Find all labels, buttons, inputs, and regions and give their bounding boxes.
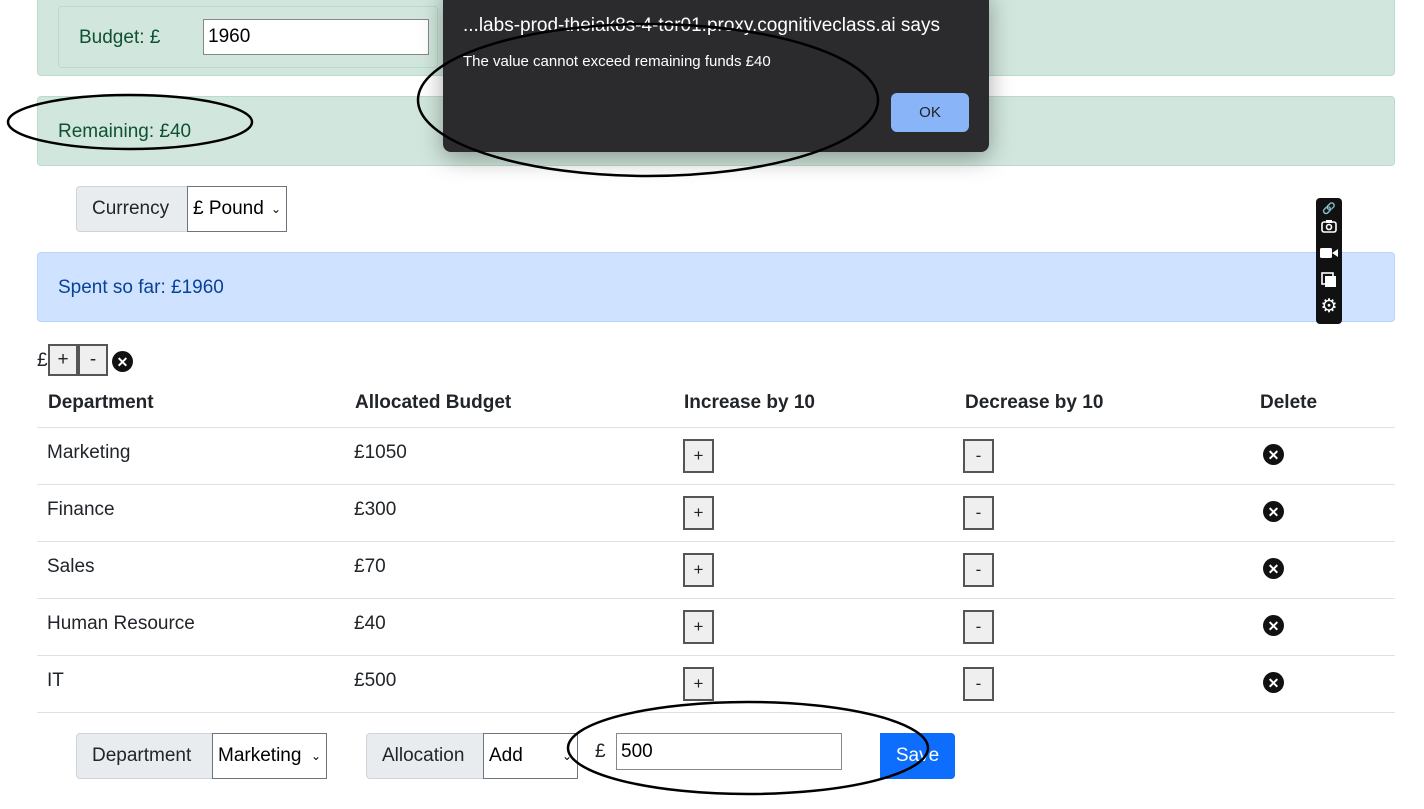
spent-text: Spent so far: £1960 xyxy=(58,277,224,298)
department-cell: Human Resource xyxy=(47,613,195,634)
increase-button[interactable]: + xyxy=(683,667,714,701)
increase-button[interactable]: + xyxy=(683,496,714,530)
department-form-label-text: Department xyxy=(92,745,192,766)
link-icon[interactable]: 🔗 xyxy=(1320,199,1338,217)
budget-cell: £300 xyxy=(354,499,397,520)
row-divider xyxy=(37,712,1395,713)
column-header-allocated-budget: Allocated Budget xyxy=(355,392,512,413)
allocation-select-value: Add xyxy=(489,745,523,766)
decrease-button[interactable]: - xyxy=(963,610,994,644)
header-currency-symbol: £ xyxy=(37,350,48,371)
decrease-button[interactable]: - xyxy=(963,553,994,587)
department-cell: IT xyxy=(47,670,64,691)
currency-select[interactable]: £ Pound ⌄ xyxy=(187,186,287,232)
currency-select-value: £ Pound xyxy=(193,198,264,219)
header-increase-button[interactable]: + xyxy=(48,344,78,376)
spent-alert xyxy=(37,252,1395,322)
dialog-ok-button[interactable]: OK xyxy=(891,93,969,132)
amount-currency-symbol: £ xyxy=(595,741,606,762)
currency-label-text: Currency xyxy=(92,198,170,219)
increase-button[interactable]: + xyxy=(683,439,714,473)
chevron-down-icon: ⌄ xyxy=(561,749,572,763)
decrease-button[interactable]: - xyxy=(963,667,994,701)
department-cell: Sales xyxy=(47,556,95,577)
budget-cell: £40 xyxy=(354,613,386,634)
video-icon[interactable] xyxy=(1320,244,1338,262)
delete-icon[interactable]: ✕ xyxy=(1263,558,1284,579)
department-cell: Finance xyxy=(47,499,115,520)
department-form-label: Department xyxy=(76,733,213,779)
table-row: Finance £300 + - ✕ xyxy=(0,485,1424,542)
column-header-increase: Increase by 10 xyxy=(684,392,815,413)
budget-cell: £70 xyxy=(354,556,386,577)
increase-button[interactable]: + xyxy=(683,610,714,644)
chevron-down-icon: ⌄ xyxy=(310,749,321,763)
save-button[interactable]: Save xyxy=(880,733,955,779)
table-row: Human Resource £40 + - ✕ xyxy=(0,599,1424,656)
amount-input[interactable] xyxy=(616,733,842,770)
department-select-value: Marketing xyxy=(218,745,302,766)
copy-icon[interactable] xyxy=(1320,271,1338,289)
increase-button[interactable]: + xyxy=(683,553,714,587)
delete-icon[interactable]: ✕ xyxy=(1263,444,1284,465)
decrease-button[interactable]: - xyxy=(963,439,994,473)
delete-icon[interactable]: ✕ xyxy=(1263,615,1284,636)
column-header-decrease: Decrease by 10 xyxy=(965,392,1104,413)
allocation-select[interactable]: Add ⌄ xyxy=(483,733,578,779)
close-circle-icon[interactable]: ✕ xyxy=(112,351,133,372)
camera-icon[interactable] xyxy=(1320,217,1338,235)
table-row: Sales £70 + - ✕ xyxy=(0,542,1424,599)
delete-icon[interactable]: ✕ xyxy=(1263,672,1284,693)
table-row: Marketing £1050 + - ✕ xyxy=(0,428,1424,485)
department-select[interactable]: Marketing ⌄ xyxy=(212,733,327,779)
budget-label: Budget: £ xyxy=(79,27,161,48)
gear-icon[interactable]: ⚙ xyxy=(1320,296,1338,317)
department-cell: Marketing xyxy=(47,442,131,463)
budget-input[interactable] xyxy=(203,19,429,55)
decrease-button[interactable]: - xyxy=(963,496,994,530)
allocation-label: Allocation xyxy=(366,733,484,779)
chevron-down-icon: ⌄ xyxy=(270,202,281,216)
column-header-department: Department xyxy=(48,392,154,413)
dialog-title: ...labs-prod-theiak8s-4-tor01.proxy.cogn… xyxy=(463,15,940,36)
budget-cell: £1050 xyxy=(354,442,407,463)
remaining-text: Remaining: £40 xyxy=(58,121,192,142)
table-row: IT £500 + - ✕ xyxy=(0,656,1424,713)
column-header-delete: Delete xyxy=(1260,392,1318,413)
budget-cell: £500 xyxy=(354,670,397,691)
allocation-label-text: Allocation xyxy=(382,745,465,766)
dialog-message: The value cannot exceed remaining funds … xyxy=(463,53,771,70)
currency-label: Currency xyxy=(76,186,188,232)
delete-icon[interactable]: ✕ xyxy=(1263,501,1284,522)
header-decrease-button[interactable]: - xyxy=(78,344,108,376)
